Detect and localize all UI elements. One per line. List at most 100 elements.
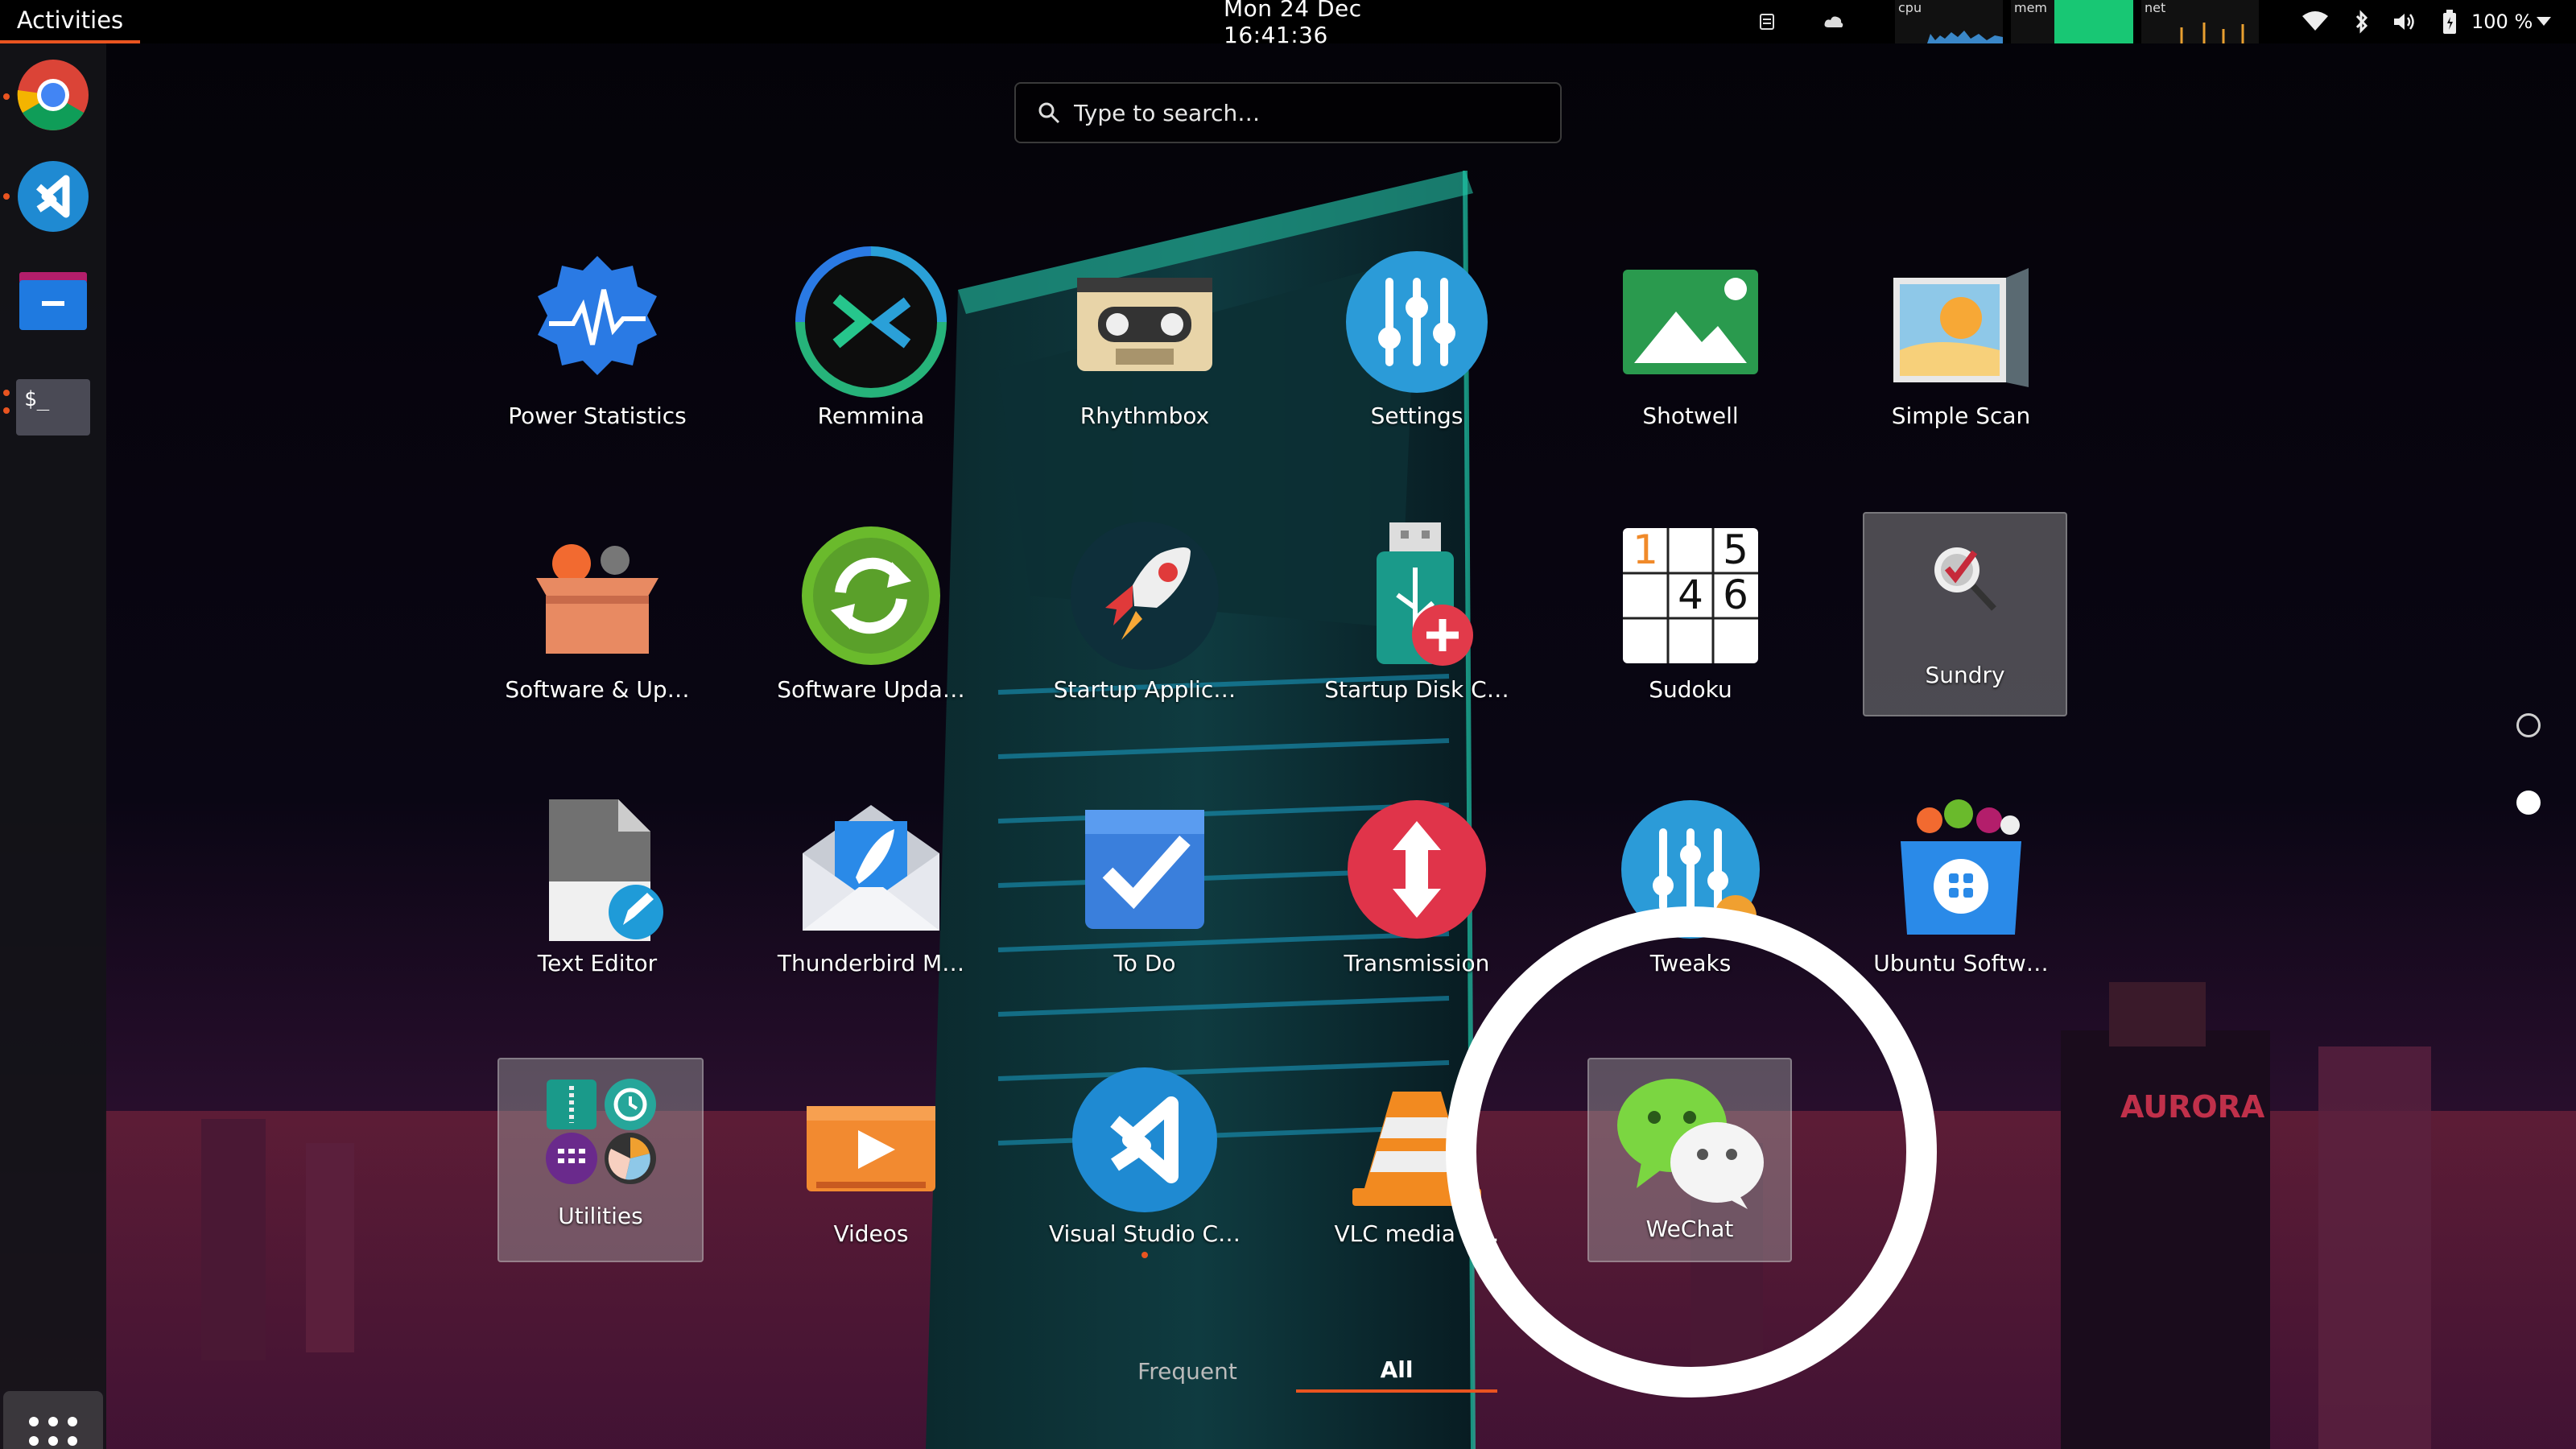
app-folder-sundry[interactable]: Sundry — [1863, 512, 2067, 716]
app-grid: Power Statistics Remmina Rhythmbox Setti… — [0, 0, 2576, 1449]
files-icon — [19, 272, 87, 330]
thunderbird-icon — [803, 805, 939, 931]
app-tweaks[interactable]: Tweaks — [1586, 789, 1795, 998]
top-bar: Activities Mon 24 Dec 16:41:36 cpu mem n… — [0, 0, 2576, 48]
app-remmina[interactable]: Remmina — [766, 242, 976, 451]
dock-item-terminal[interactable]: $_ — [10, 364, 97, 451]
battery-percentage[interactable]: 100 % — [2471, 0, 2533, 43]
app-ubuntu-software[interactable]: Ubuntu Softw… — [1856, 789, 2066, 998]
tab-all[interactable]: All — [1296, 1349, 1497, 1393]
to-do-icon — [1085, 810, 1204, 929]
search-icon — [1038, 102, 1060, 124]
app-visual-studio-code[interactable]: Visual Studio C… — [1040, 1059, 1249, 1269]
mem-graph — [2054, 0, 2133, 43]
chevron-down-icon[interactable] — [2534, 10, 2553, 34]
running-indicator — [3, 407, 10, 414]
terminal-icon: $_ — [16, 379, 90, 436]
app-label: Thunderbird M… — [777, 950, 965, 976]
sudoku-digit: 4 — [1678, 572, 1703, 618]
app-wechat[interactable]: WeChat — [1587, 1058, 1792, 1262]
rhythmbox-icon — [1077, 278, 1212, 371]
dock-item-vscode[interactable] — [10, 153, 97, 240]
app-label: Simple Scan — [1891, 402, 2031, 429]
remmina-icon — [795, 246, 947, 398]
tweaks-icon — [1621, 800, 1760, 939]
app-label: To Do — [1113, 950, 1176, 976]
bluetooth-icon[interactable] — [2351, 10, 2373, 34]
mem-label: mem — [2014, 0, 2048, 15]
startup-applications-icon — [1071, 522, 1219, 670]
page-indicator-2[interactable] — [2516, 791, 2541, 815]
running-indicator — [3, 390, 10, 396]
sudoku-digit: 6 — [1723, 572, 1748, 618]
transmission-icon — [1348, 800, 1486, 939]
cpu-graph — [1927, 31, 2003, 43]
search-bar[interactable] — [1014, 82, 1562, 143]
app-software-and-updates[interactable]: Software & Up… — [493, 515, 702, 724]
app-label: Power Statistics — [508, 402, 687, 429]
app-label: Shotwell — [1642, 402, 1739, 429]
clock[interactable]: Mon 24 Dec 16:41:36 — [1224, 0, 1465, 48]
wechat-icon — [1617, 1079, 1764, 1209]
running-indicator — [3, 193, 10, 200]
app-transmission[interactable]: Transmission — [1312, 789, 1521, 998]
volume-icon[interactable] — [2391, 10, 2418, 34]
app-thunderbird[interactable]: Thunderbird M… — [766, 789, 976, 998]
activities-button[interactable]: Activities — [0, 0, 140, 43]
app-label: Software & Up… — [505, 676, 690, 703]
app-label: VLC media p… — [1334, 1220, 1500, 1247]
utilities-folder-icon — [546, 1079, 656, 1184]
ubuntu-software-icon — [1901, 799, 2021, 935]
tray-app-icon[interactable] — [1755, 10, 1779, 34]
app-videos[interactable]: Videos — [766, 1059, 976, 1269]
running-indicator — [1141, 1252, 1148, 1258]
dock-item-chrome[interactable] — [10, 52, 97, 138]
sudoku-digit: 5 — [1723, 526, 1748, 573]
app-sudoku[interactable]: 1 5 4 6 Sudoku — [1586, 515, 1795, 724]
sundry-folder-icon — [1934, 547, 1996, 611]
app-label: Videos — [833, 1220, 909, 1247]
dock: $_ — [0, 43, 106, 1449]
app-label: Tweaks — [1649, 950, 1732, 976]
tab-frequent[interactable]: Frequent — [1079, 1349, 1296, 1393]
net-graph — [2180, 23, 2244, 43]
net-monitor[interactable]: net — [2141, 0, 2259, 43]
dock-item-files[interactable] — [10, 258, 97, 345]
power-statistics-icon — [538, 256, 657, 375]
app-power-statistics[interactable]: Power Statistics — [493, 242, 702, 451]
battery-icon[interactable] — [2439, 10, 2460, 34]
app-settings[interactable]: Settings — [1312, 242, 1521, 451]
app-label: Startup Disk C… — [1324, 676, 1509, 703]
software-updates-icon — [536, 544, 658, 654]
text-editor-icon — [549, 799, 663, 941]
app-rhythmbox[interactable]: Rhythmbox — [1040, 242, 1249, 451]
search-input[interactable] — [1074, 99, 1525, 126]
app-text-editor[interactable]: Text Editor — [493, 789, 702, 998]
sudoku-icon: 1 5 4 6 — [1623, 526, 1758, 663]
mem-monitor[interactable]: mem — [2011, 0, 2133, 43]
page-indicator-1[interactable] — [2516, 713, 2541, 737]
running-indicator — [3, 93, 10, 100]
app-software-updater[interactable]: Software Upda… — [766, 515, 976, 724]
videos-icon — [807, 1106, 935, 1191]
startup-disk-creator-icon — [1377, 522, 1473, 666]
shotwell-icon — [1623, 270, 1758, 374]
app-simple-scan[interactable]: Simple Scan — [1856, 242, 2066, 451]
app-folder-utilities[interactable]: Utilities — [497, 1058, 704, 1262]
app-label: Ubuntu Softw… — [1873, 950, 2049, 976]
tray-cloud-icon[interactable] — [1821, 10, 1847, 34]
wifi-icon[interactable] — [2301, 10, 2330, 34]
app-label: Visual Studio C… — [1048, 1220, 1241, 1247]
grid-icon — [29, 1417, 77, 1446]
app-to-do[interactable]: To Do — [1040, 789, 1249, 998]
cpu-monitor[interactable]: cpu — [1895, 0, 2003, 43]
sudoku-digit: 1 — [1633, 526, 1658, 573]
vscode-icon — [18, 161, 89, 232]
simple-scan-icon — [1893, 268, 2029, 387]
app-label: Software Upda… — [777, 676, 965, 703]
app-vlc[interactable]: VLC media p… — [1312, 1059, 1521, 1269]
app-startup-disk-creator[interactable]: Startup Disk C… — [1312, 515, 1521, 724]
show-applications-button[interactable] — [3, 1391, 103, 1449]
app-shotwell[interactable]: Shotwell — [1586, 242, 1795, 451]
app-startup-applications[interactable]: Startup Applic… — [1040, 515, 1249, 724]
